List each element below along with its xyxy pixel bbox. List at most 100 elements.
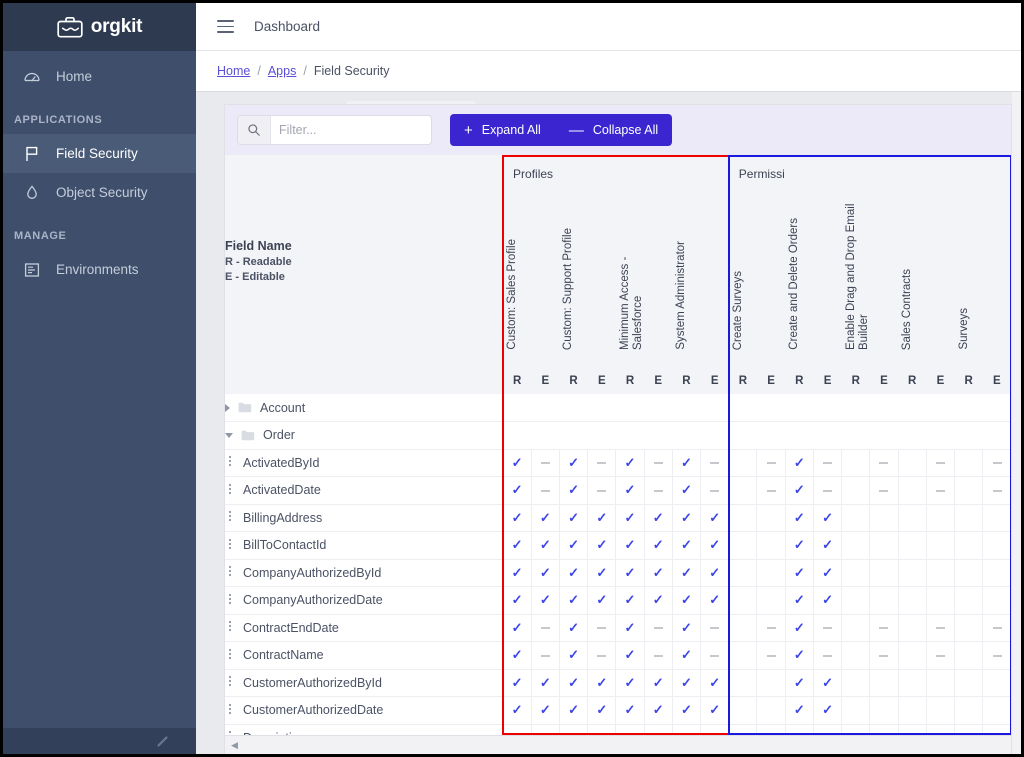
permission-cell[interactable] [869, 586, 899, 615]
permission-cell[interactable] [812, 476, 842, 505]
permission-cell[interactable] [982, 476, 1011, 505]
brand-logo[interactable]: orgkit [3, 3, 196, 51]
check-icon[interactable]: ✓ [681, 620, 692, 635]
dash-icon[interactable] [597, 627, 607, 630]
permission-cell[interactable]: ✓ [784, 614, 814, 642]
dash-icon[interactable] [540, 654, 550, 657]
permission-cell[interactable] [897, 476, 927, 505]
permission-cell[interactable]: ✓ [700, 724, 729, 735]
permission-cell[interactable] [643, 641, 673, 670]
dash-icon[interactable] [823, 462, 833, 465]
hamburger-icon[interactable] [217, 20, 234, 33]
check-icon[interactable]: ✓ [653, 510, 664, 525]
grid-scroll-region[interactable]: Field Name R - Readable E - Editable Pro… [225, 155, 1011, 735]
check-icon[interactable]: ✓ [568, 510, 579, 525]
permission-cell[interactable]: ✓ [558, 531, 588, 560]
check-icon[interactable]: ✓ [540, 592, 551, 607]
check-icon[interactable]: ✓ [512, 455, 523, 470]
check-icon[interactable]: ✓ [512, 620, 523, 635]
check-icon[interactable]: ✓ [681, 702, 692, 717]
field-name-cell[interactable]: CustomerAuthorizedById [225, 669, 504, 697]
permission-cell[interactable]: ✓ [615, 476, 645, 505]
permission-cell[interactable] [728, 586, 757, 615]
permission-cell[interactable]: ✓ [784, 724, 814, 735]
permission-cell[interactable]: ✓ [502, 531, 532, 560]
permission-cell[interactable] [869, 504, 899, 532]
permission-cell[interactable]: ✓ [671, 641, 701, 670]
check-icon[interactable]: ✓ [540, 565, 551, 580]
permission-cell[interactable] [897, 614, 927, 642]
vertical-scrollbar[interactable] [1012, 92, 1021, 754]
permission-cell[interactable]: ✓ [784, 641, 814, 670]
permission-cell[interactable] [897, 724, 927, 735]
field-name-cell[interactable]: BillingAddress [225, 504, 504, 532]
dash-icon[interactable] [879, 627, 889, 630]
permission-cell[interactable] [530, 476, 560, 505]
check-icon[interactable]: ✓ [625, 482, 636, 497]
sidebar-item-home[interactable]: Home [3, 57, 196, 96]
dash-icon[interactable] [710, 627, 720, 630]
check-icon[interactable]: ✓ [709, 510, 720, 525]
permission-cell[interactable]: ✓ [784, 504, 814, 532]
permission-cell[interactable] [925, 449, 955, 477]
field-name-cell[interactable]: ActivatedDate [225, 476, 504, 505]
kebab-icon[interactable] [225, 537, 235, 554]
permission-cell[interactable]: ✓ [643, 531, 673, 560]
check-icon[interactable]: ✓ [625, 620, 636, 635]
permission-cell[interactable]: ✓ [784, 531, 814, 560]
permission-cell[interactable] [643, 449, 673, 477]
permission-cell[interactable]: ✓ [502, 504, 532, 532]
check-icon[interactable]: ✓ [822, 565, 833, 580]
permission-cell[interactable] [756, 476, 786, 505]
dash-icon[interactable] [935, 654, 945, 657]
permission-cell[interactable]: ✓ [671, 724, 701, 735]
permission-cell[interactable]: ✓ [587, 586, 616, 615]
permission-cell[interactable] [841, 504, 870, 532]
kebab-icon[interactable] [225, 619, 235, 636]
check-icon[interactable]: ✓ [709, 592, 720, 607]
table-row[interactable]: CustomerAuthorizedDate ✓ ✓ ✓ ✓ ✓ ✓ ✓ ✓ ✓ ✓ [225, 696, 1011, 725]
permission-cell[interactable] [897, 641, 927, 670]
check-icon[interactable]: ✓ [512, 647, 523, 662]
check-icon[interactable]: ✓ [596, 592, 607, 607]
permission-cell[interactable]: ✓ [615, 724, 645, 735]
dash-icon[interactable] [597, 654, 607, 657]
permission-cell[interactable] [869, 531, 899, 560]
search-input[interactable] [271, 116, 431, 144]
check-icon[interactable]: ✓ [596, 537, 607, 552]
check-icon[interactable]: ✓ [540, 702, 551, 717]
permission-cell[interactable]: ✓ [784, 559, 814, 587]
permission-cell[interactable] [728, 641, 757, 670]
check-icon[interactable]: ✓ [625, 565, 636, 580]
dash-icon[interactable] [879, 654, 889, 657]
permission-cell[interactable] [954, 531, 983, 560]
permission-cell[interactable]: ✓ [502, 669, 532, 697]
check-icon[interactable]: ✓ [681, 647, 692, 662]
permission-cell[interactable] [954, 586, 983, 615]
permission-cell[interactable] [869, 641, 899, 670]
check-icon[interactable]: ✓ [653, 565, 664, 580]
sidebar-item-object-security[interactable]: Object Security [3, 173, 196, 212]
collapse-all-button[interactable]: — Collapse All [555, 114, 672, 146]
dash-icon[interactable] [823, 627, 833, 630]
check-icon[interactable]: ✓ [568, 592, 579, 607]
check-icon[interactable]: ✓ [794, 702, 805, 717]
permission-cell[interactable] [982, 559, 1011, 587]
check-icon[interactable]: ✓ [822, 510, 833, 525]
check-icon[interactable]: ✓ [681, 592, 692, 607]
permission-cell[interactable]: ✓ [671, 504, 701, 532]
table-row[interactable]: BillToContactId ✓ ✓ ✓ ✓ ✓ ✓ ✓ ✓ ✓ ✓ [225, 531, 1011, 560]
check-icon[interactable]: ✓ [512, 565, 523, 580]
permission-cell[interactable] [869, 724, 899, 735]
check-icon[interactable]: ✓ [681, 510, 692, 525]
permission-cell[interactable] [587, 476, 616, 505]
permission-cell[interactable]: ✓ [812, 696, 842, 725]
check-icon[interactable]: ✓ [512, 537, 523, 552]
permission-cell[interactable]: ✓ [558, 449, 588, 477]
check-icon[interactable]: ✓ [596, 675, 607, 690]
permission-cell[interactable]: ✓ [558, 614, 588, 642]
permission-cell[interactable]: ✓ [502, 696, 532, 725]
resize-handle-icon[interactable] [156, 734, 170, 748]
permission-cell[interactable]: ✓ [558, 586, 588, 615]
dash-icon[interactable] [935, 462, 945, 465]
